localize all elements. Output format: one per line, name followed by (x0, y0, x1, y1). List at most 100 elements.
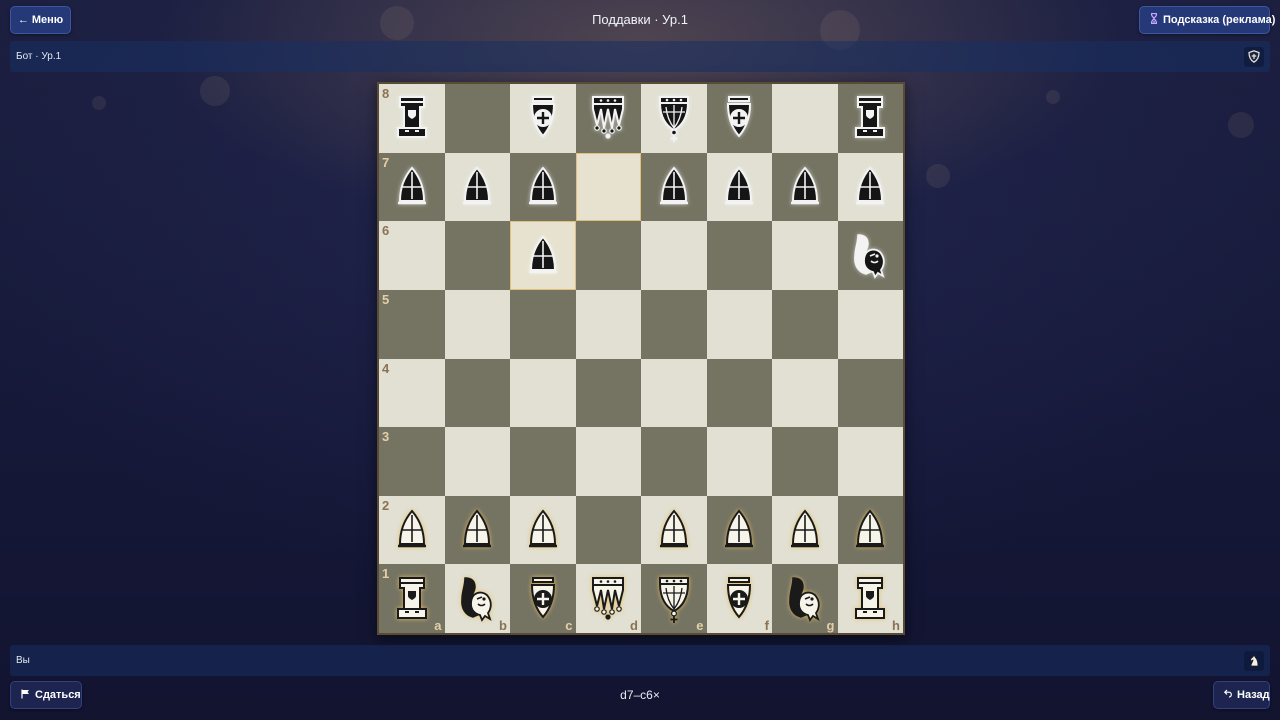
undo-button[interactable]: Назад (1213, 681, 1270, 709)
square-e8[interactable] (641, 84, 707, 153)
square-c8[interactable] (510, 84, 576, 153)
square-f2[interactable] (706, 495, 772, 565)
white-pawn-piece[interactable] (781, 504, 829, 556)
black-pawn-piece[interactable] (388, 161, 436, 213)
square-b3[interactable] (444, 427, 510, 496)
square-f6[interactable] (706, 221, 772, 290)
black-pawn-piece[interactable] (715, 161, 763, 213)
square-e1[interactable]: e (641, 564, 707, 633)
square-c1[interactable]: c (510, 564, 576, 633)
square-c6[interactable] (510, 221, 576, 290)
square-b8[interactable] (444, 84, 510, 153)
white-pawn-piece[interactable] (519, 504, 567, 556)
square-g8[interactable] (772, 84, 838, 153)
square-g5[interactable] (772, 289, 838, 359)
black-pawn-piece[interactable] (846, 161, 894, 213)
square-b2[interactable] (444, 495, 510, 565)
square-f5[interactable] (706, 289, 772, 359)
chess-board[interactable]: 876 5 4 3 21abcde fgh (377, 82, 905, 635)
page-title: Поддавки · Ур.1 (592, 12, 688, 27)
white-pawn-piece[interactable] (846, 504, 894, 556)
black-pawn-piece[interactable] (519, 161, 567, 213)
white-pawn-piece[interactable] (388, 504, 436, 556)
black-bishop-piece[interactable] (715, 92, 763, 144)
black-bishop-piece[interactable] (519, 92, 567, 144)
square-b7[interactable] (444, 152, 510, 222)
square-b4[interactable] (444, 358, 510, 428)
black-pawn-piece[interactable] (453, 161, 501, 213)
white-rook-piece[interactable] (388, 573, 436, 625)
square-g3[interactable] (772, 427, 838, 496)
square-f7[interactable] (706, 152, 772, 222)
square-h6[interactable] (837, 221, 903, 290)
square-g7[interactable] (772, 152, 838, 222)
square-d2[interactable] (575, 495, 641, 565)
square-d5[interactable] (575, 289, 641, 359)
hint-button[interactable]: Подсказка (реклама) (1139, 6, 1275, 34)
square-a5[interactable]: 5 (379, 289, 445, 359)
square-c7[interactable] (510, 152, 576, 222)
square-a8[interactable]: 8 (379, 84, 445, 153)
white-queen-piece[interactable] (584, 573, 632, 625)
square-c4[interactable] (510, 358, 576, 428)
square-g6[interactable] (772, 221, 838, 290)
square-d1[interactable]: d (575, 564, 641, 633)
white-knight-piece[interactable] (453, 573, 501, 625)
square-d6[interactable] (575, 221, 641, 290)
white-bishop-piece[interactable] (715, 573, 763, 625)
square-e5[interactable] (641, 289, 707, 359)
white-king-piece[interactable] (650, 573, 698, 625)
square-a2[interactable]: 2 (379, 495, 445, 565)
square-e2[interactable] (641, 495, 707, 565)
square-e4[interactable] (641, 358, 707, 428)
square-f8[interactable] (706, 84, 772, 153)
black-pawn-piece[interactable] (781, 161, 829, 213)
white-bishop-piece[interactable] (519, 573, 567, 625)
square-h1[interactable]: h (837, 564, 903, 633)
square-b5[interactable] (444, 289, 510, 359)
square-g2[interactable] (772, 495, 838, 565)
square-e6[interactable] (641, 221, 707, 290)
square-a1[interactable]: 1a (379, 564, 445, 633)
square-a4[interactable]: 4 (379, 358, 445, 428)
square-d7[interactable] (575, 152, 641, 222)
square-d8[interactable] (575, 84, 641, 153)
square-f3[interactable] (706, 427, 772, 496)
black-rook-piece[interactable] (388, 92, 436, 144)
square-a6[interactable]: 6 (379, 221, 445, 290)
white-pawn-piece[interactable] (453, 504, 501, 556)
square-h2[interactable] (837, 495, 903, 565)
black-pawn-piece[interactable] (650, 161, 698, 213)
square-b1[interactable]: b (444, 564, 510, 633)
square-c3[interactable] (510, 427, 576, 496)
square-d3[interactable] (575, 427, 641, 496)
white-knight-piece[interactable] (781, 573, 829, 625)
square-h5[interactable] (837, 289, 903, 359)
black-queen-piece[interactable] (584, 92, 632, 144)
black-pawn-piece[interactable] (519, 230, 567, 282)
square-b6[interactable] (444, 221, 510, 290)
square-f1[interactable]: f (706, 564, 772, 633)
file-label: f (764, 618, 769, 633)
square-g1[interactable]: g (772, 564, 838, 633)
square-d4[interactable] (575, 358, 641, 428)
square-c2[interactable] (510, 495, 576, 565)
square-h3[interactable] (837, 427, 903, 496)
square-a3[interactable]: 3 (379, 427, 445, 496)
white-rook-piece[interactable] (846, 573, 894, 625)
black-knight-piece[interactable] (846, 230, 894, 282)
rank-label: 5 (382, 291, 390, 307)
white-pawn-piece[interactable] (715, 504, 763, 556)
square-h7[interactable] (837, 152, 903, 222)
black-king-piece[interactable] (650, 92, 698, 144)
square-h4[interactable] (837, 358, 903, 428)
white-pawn-piece[interactable] (650, 504, 698, 556)
square-e3[interactable] (641, 427, 707, 496)
square-a7[interactable]: 7 (379, 152, 445, 222)
square-f4[interactable] (706, 358, 772, 428)
square-g4[interactable] (772, 358, 838, 428)
square-c5[interactable] (510, 289, 576, 359)
square-h8[interactable] (837, 84, 903, 153)
black-rook-piece[interactable] (846, 92, 894, 144)
square-e7[interactable] (641, 152, 707, 222)
